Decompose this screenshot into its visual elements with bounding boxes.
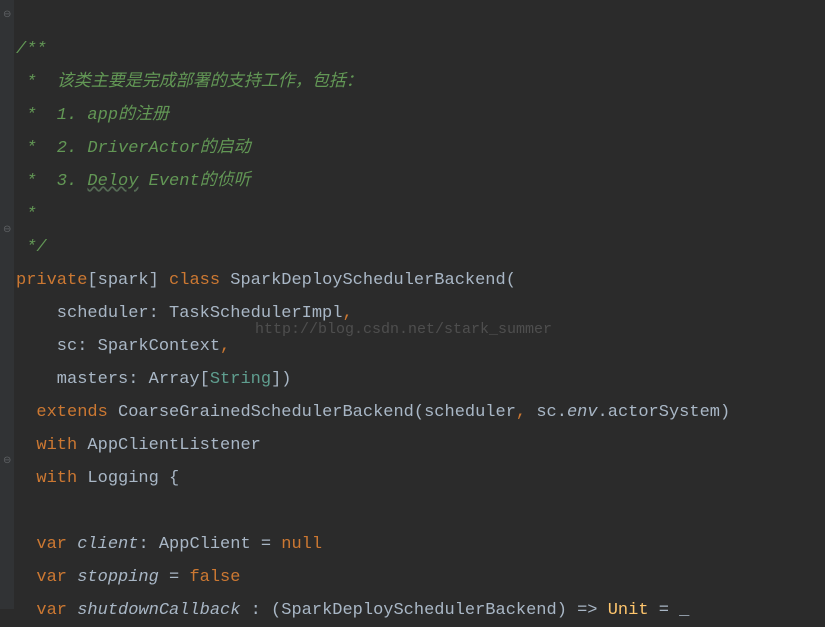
code-line: private[spark] class SparkDeploySchedule… <box>16 271 516 290</box>
keyword-private: private <box>16 271 87 290</box>
doc-comment-line: */ <box>16 238 47 257</box>
typo-underline: Deloy <box>87 172 138 191</box>
keyword-with: with <box>36 469 77 488</box>
keyword-var: var <box>36 601 67 620</box>
keyword-var: var <box>36 568 67 587</box>
doc-comment-line: * 2. DriverActor的启动 <box>16 139 251 158</box>
fold-marker-icon[interactable]: ⊖ <box>3 226 11 236</box>
var-stopping: stopping <box>77 568 159 587</box>
keyword-false: false <box>189 568 240 587</box>
code-line: with Logging { <box>16 469 179 488</box>
keyword-null: null <box>281 535 322 554</box>
keyword-class: class <box>169 271 220 290</box>
editor-gutter: ⊖ ⊖ ⊖ <box>0 0 14 609</box>
blank-line <box>16 502 26 521</box>
field-env: env <box>567 403 598 422</box>
doc-comment-line: * 3. Deloy Event的侦听 <box>16 172 251 191</box>
doc-comment-line: /** <box>16 40 47 59</box>
doc-comment-line: * <box>16 205 36 224</box>
doc-comment-line: * 1. app的注册 <box>16 106 169 125</box>
fold-marker-icon[interactable]: ⊖ <box>3 11 11 21</box>
code-line: masters: Array[String]) <box>16 370 291 389</box>
code-line: sc: SparkContext, <box>16 337 230 356</box>
type-string: String <box>210 370 271 389</box>
class-name: SparkDeploySchedulerBackend <box>230 271 505 290</box>
code-line: extends CoarseGrainedSchedulerBackend(sc… <box>16 403 730 422</box>
code-line: var shutdownCallback : (SparkDeploySched… <box>16 601 689 620</box>
var-shutdown-callback: shutdownCallback <box>77 601 240 620</box>
keyword-with: with <box>36 436 77 455</box>
var-client: client <box>77 535 138 554</box>
code-line: with AppClientListener <box>16 436 261 455</box>
fold-marker-icon[interactable]: ⊖ <box>3 457 11 467</box>
code-editor-area[interactable]: /** * 该类主要是完成部署的支持工作，包括： * 1. app的注册 * 2… <box>0 0 825 627</box>
keyword-extends: extends <box>36 403 107 422</box>
code-line: var stopping = false <box>16 568 240 587</box>
keyword-var: var <box>36 535 67 554</box>
code-line: scheduler: TaskSchedulerImpl, <box>16 304 353 323</box>
doc-comment-line: * 该类主要是完成部署的支持工作，包括： <box>16 73 363 92</box>
code-line: var client: AppClient = null <box>16 535 322 554</box>
type-unit: Unit <box>608 601 649 620</box>
